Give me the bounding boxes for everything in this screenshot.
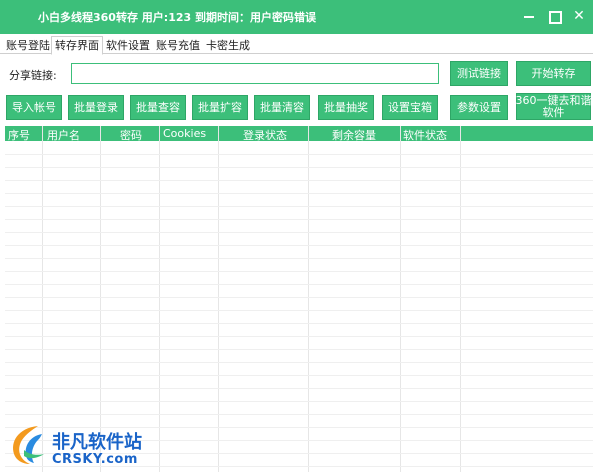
row-divider	[5, 349, 593, 350]
column-divider	[460, 126, 461, 472]
batch-check-capacity-button[interactable]: 批量查容	[130, 95, 186, 120]
minimize-icon[interactable]	[519, 6, 539, 26]
row-divider	[5, 284, 593, 285]
row-divider	[5, 336, 593, 337]
set-safebox-button[interactable]: 设置宝箱	[382, 95, 438, 120]
row-divider	[5, 323, 593, 324]
batch-lottery-button[interactable]: 批量抽奖	[318, 95, 374, 120]
row-divider	[5, 297, 593, 298]
param-settings-button[interactable]: 参数设置	[450, 95, 508, 120]
batch-expand-button[interactable]: 批量扩容	[192, 95, 248, 120]
column-header-cookies: Cookies	[163, 127, 207, 140]
tab-account-recharge[interactable]: 账号充值	[152, 36, 204, 54]
tab-transfer[interactable]: 转存界面	[51, 36, 103, 55]
tab-card-generate[interactable]: 卡密生成	[202, 36, 254, 54]
window-title: 小白多线程360转存 用户:123 到期时间：用户密码错误	[38, 11, 316, 24]
column-header-username: 用户名	[47, 129, 80, 142]
column-header-software-status: 软件状态	[403, 129, 447, 142]
column-header-remaining-capacity: 剩余容量	[332, 129, 376, 142]
batch-login-button[interactable]: 批量登录	[68, 95, 124, 120]
column-header-login-status: 登录状态	[243, 129, 287, 142]
tab-strip: 账号登陆 转存界面 软件设置 账号充值 卡密生成	[0, 36, 593, 55]
crsky-watermark: 非凡软件站 CRSKY.com	[0, 414, 160, 472]
row-divider	[5, 206, 593, 207]
row-divider	[5, 258, 593, 259]
tab-software-settings[interactable]: 软件设置	[102, 36, 154, 54]
row-divider	[5, 245, 593, 246]
one-key-unharmony-button[interactable]: 360一键去和谐 软件	[515, 93, 592, 120]
import-account-button[interactable]: 导入帐号	[6, 95, 62, 120]
crsky-logo-icon	[13, 426, 44, 464]
column-header-password: 密码	[120, 129, 142, 142]
batch-clear-button[interactable]: 批量清容	[254, 95, 310, 120]
share-link-input[interactable]	[71, 63, 439, 84]
one-key-label-line1: 360一键去和谐	[515, 93, 592, 107]
table-header: 序号 用户名 密码 Cookies 登录状态 剩余容量 软件状态	[5, 126, 593, 142]
row-divider	[5, 154, 593, 155]
row-divider	[5, 375, 593, 376]
column-divider	[400, 126, 401, 472]
row-divider	[5, 219, 593, 220]
watermark-title: 非凡软件站	[52, 432, 142, 453]
row-divider	[5, 310, 593, 311]
watermark-domain: CRSKY.com	[52, 452, 138, 467]
row-divider	[5, 388, 593, 389]
maximize-icon[interactable]	[544, 6, 564, 26]
column-divider	[308, 126, 309, 472]
close-icon[interactable]: ✕	[569, 6, 589, 26]
column-header-index: 序号	[8, 129, 30, 142]
row-divider	[5, 232, 593, 233]
row-divider	[5, 362, 593, 363]
title-bar: 小白多线程360转存 用户:123 到期时间：用户密码错误 ✕	[0, 0, 593, 34]
row-divider	[5, 167, 593, 168]
row-divider	[5, 271, 593, 272]
tab-account-login[interactable]: 账号登陆	[2, 36, 54, 54]
column-divider	[218, 126, 219, 472]
start-transfer-button[interactable]: 开始转存	[516, 61, 591, 86]
row-divider	[5, 193, 593, 194]
row-divider	[5, 180, 593, 181]
row-divider	[5, 401, 593, 402]
test-link-button[interactable]: 测试链接	[450, 61, 508, 86]
one-key-label-line2: 软件	[542, 105, 565, 119]
share-link-label: 分享链接:	[9, 69, 57, 82]
